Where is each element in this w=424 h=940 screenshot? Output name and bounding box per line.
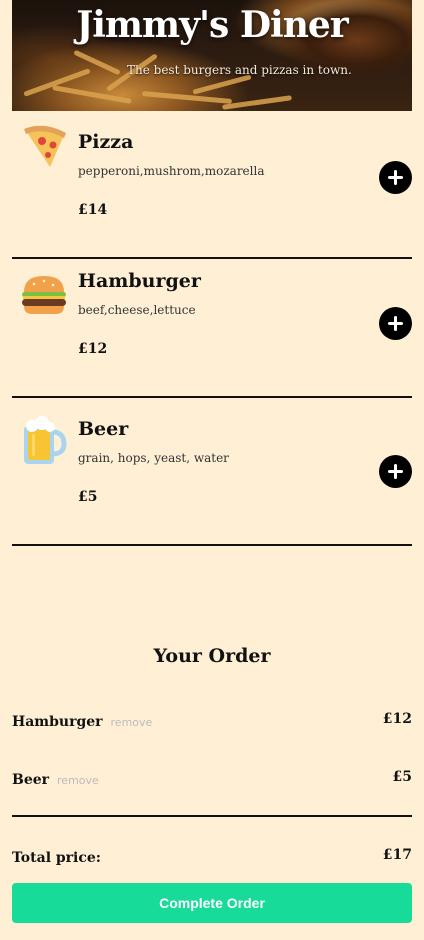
- add-pizza-button[interactable]: [379, 161, 412, 194]
- remove-button[interactable]: remove: [57, 774, 99, 787]
- beer-icon: [22, 416, 70, 468]
- item-name: Beer: [78, 418, 129, 440]
- item-price: £12: [78, 341, 108, 357]
- pizza-icon: [20, 121, 68, 173]
- order-item-row: Hamburger remove £12: [12, 711, 412, 733]
- menu-item-hamburger: Hamburger beef,cheese,lettuce £12: [12, 250, 412, 398]
- order-item-name: Beer: [12, 772, 50, 788]
- order-item-row: Beer remove £5: [12, 769, 412, 791]
- order-item-name: Hamburger: [12, 714, 103, 730]
- complete-order-button[interactable]: Complete Order: [12, 883, 412, 923]
- item-name: Hamburger: [78, 270, 201, 292]
- restaurant-title: Jimmy's Diner: [76, 4, 349, 46]
- total-label: Total price:: [12, 850, 101, 866]
- order-title: Your Order: [153, 645, 271, 667]
- item-price: £14: [78, 202, 108, 218]
- order-item-price: £12: [382, 711, 412, 727]
- order-item-price: £5: [392, 769, 412, 785]
- total-price: £17: [382, 847, 412, 863]
- item-price: £5: [78, 489, 98, 505]
- add-hamburger-button[interactable]: [379, 307, 412, 340]
- remove-button[interactable]: remove: [111, 716, 153, 729]
- item-ingredients: grain, hops, yeast, water: [78, 451, 229, 465]
- item-name: Pizza: [78, 131, 134, 153]
- add-beer-button[interactable]: [379, 455, 412, 488]
- hero-banner: Jimmy's Diner The best burgers and pizza…: [12, 0, 412, 111]
- restaurant-subtitle: The best burgers and pizzas in town.: [127, 63, 352, 77]
- total-row: Total price: £17: [12, 847, 412, 866]
- hamburger-icon: [20, 274, 68, 326]
- item-ingredients: pepperoni,mushrom,mozarella: [78, 164, 265, 178]
- total-divider: [12, 815, 412, 817]
- menu-item-beer: Beer grain, hops, yeast, water £5: [12, 398, 412, 546]
- item-ingredients: beef,cheese,lettuce: [78, 303, 196, 317]
- menu-item-pizza: Pizza pepperoni,mushrom,mozarella £14: [12, 111, 412, 259]
